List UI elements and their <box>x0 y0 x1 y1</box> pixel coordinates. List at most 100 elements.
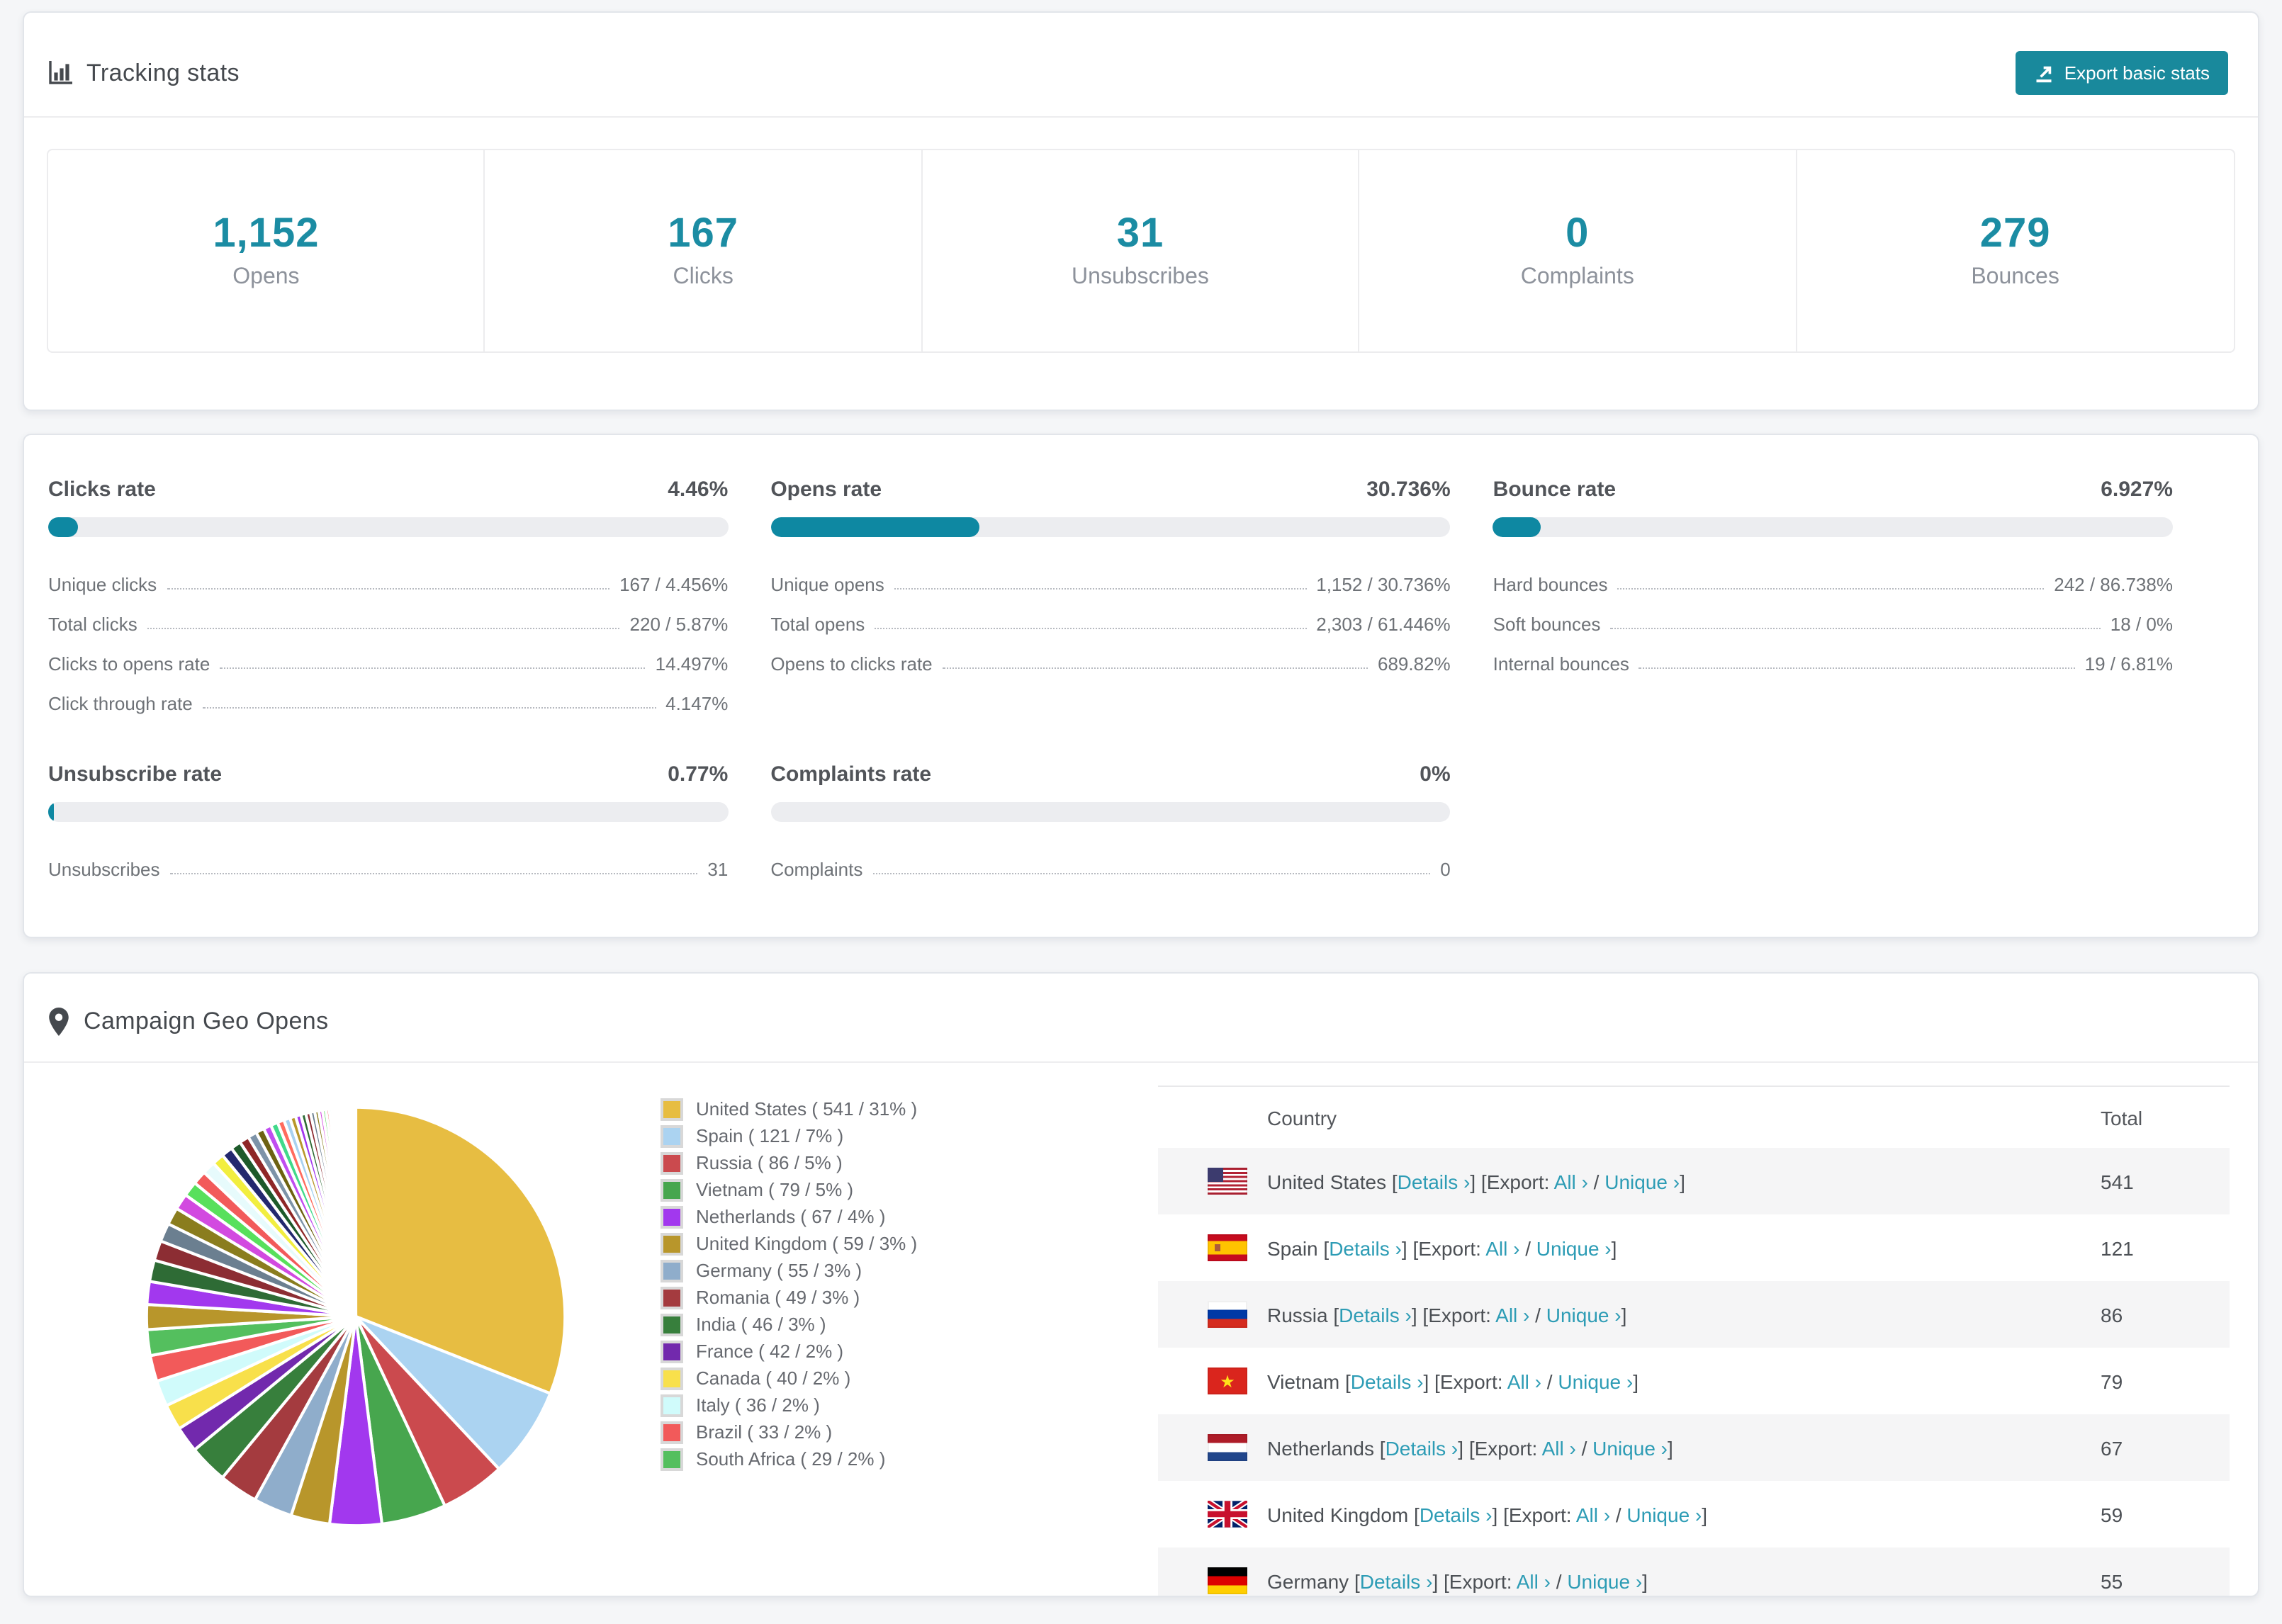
rate-detail-value: 19 / 6.81% <box>2084 653 2173 675</box>
unsubscribe-rate-progress-fill <box>48 802 54 822</box>
legend-label: Brazil ( 33 / 2% ) <box>696 1421 833 1443</box>
details-link[interactable]: Details › <box>1360 1569 1433 1592</box>
rate-detail-value: 4.147% <box>665 693 729 714</box>
export-unique-link[interactable]: Unique › <box>1546 1303 1621 1326</box>
export-all-link[interactable]: All › <box>1517 1569 1551 1592</box>
legend-item[interactable]: Vietnam ( 79 / 5% ) <box>661 1176 917 1203</box>
complaints-rate-rows: Complaints 0 <box>770 840 1450 880</box>
flag-icon-ru <box>1208 1301 1247 1328</box>
stat-value: 167 <box>668 211 739 256</box>
legend-item[interactable]: United States ( 541 / 31% ) <box>661 1095 917 1122</box>
complaints-rate-progress-bar <box>770 802 1451 822</box>
export-unique-link[interactable]: Unique › <box>1536 1236 1612 1259</box>
separator: / <box>1587 1170 1605 1192</box>
rate-detail-label: Hard bounces <box>1493 574 1608 595</box>
legend-item[interactable]: France ( 42 / 2% ) <box>661 1338 917 1365</box>
export-basic-stats-button[interactable]: Export basic stats <box>2016 51 2228 95</box>
separator: / <box>1550 1569 1568 1592</box>
rate-detail-label: Clicks to opens rate <box>48 653 210 675</box>
rate-detail-value: 220 / 5.87% <box>629 614 729 635</box>
bounce-rate-rows: Hard bounces 242 / 86.738% Soft bounces 18 … <box>1493 556 2173 675</box>
country-name: Vietnam <box>1267 1370 1345 1392</box>
rate-detail-label: Unique clicks <box>48 574 157 595</box>
legend-item[interactable]: Romania ( 49 / 3% ) <box>661 1284 917 1311</box>
total-column-header: Total <box>2101 1106 2143 1129</box>
tracking-stats-header: Tracking stats Export basic stats <box>24 13 2258 118</box>
clicks-rate-progress-fill <box>48 517 79 537</box>
country-name: Spain <box>1267 1236 1324 1259</box>
rate-detail-label: Soft bounces <box>1493 614 1601 635</box>
opens-rate-progress-bar <box>770 517 1451 537</box>
rate-detail-row: Click through rate 4.147% <box>48 675 728 714</box>
export-all-link[interactable]: All › <box>1495 1303 1529 1326</box>
dotted-leader <box>167 588 610 590</box>
opens-rate-section: Opens rate 30.736% Unique opens 1,152 / 30.… <box>770 478 1451 714</box>
legend-item[interactable]: India ( 46 / 3% ) <box>661 1311 917 1338</box>
rate-detail-value: 1,152 / 30.736% <box>1316 574 1451 595</box>
export-unique-link[interactable]: Unique › <box>1567 1569 1642 1592</box>
rate-detail-row: Opens to clicks rate 689.82% <box>770 635 1450 675</box>
bracket: ] <box>1633 1370 1639 1392</box>
clicks-rate-title: Clicks rate <box>48 478 156 502</box>
legend-item[interactable]: Brazil ( 33 / 2% ) <box>661 1419 917 1445</box>
complaints-rate-title: Complaints rate <box>770 762 932 786</box>
details-link[interactable]: Details › <box>1329 1236 1402 1259</box>
separator: / <box>1529 1303 1546 1326</box>
pie-slice[interactable] <box>353 1105 358 1317</box>
rate-detail-row: Hard bounces 242 / 86.738% <box>1493 556 2173 595</box>
export-all-link[interactable]: All › <box>1507 1370 1541 1392</box>
bracket: [ <box>1391 1170 1398 1192</box>
rate-detail-row: Internal bounces 19 / 6.81% <box>1493 635 2173 675</box>
country-cell: United States [Details ›] [Export: All ›… <box>1267 1170 1685 1192</box>
opens-rate-value: 30.736% <box>1366 478 1451 502</box>
bounce-rate-value: 6.927% <box>2101 478 2173 502</box>
export-prefix: ] [Export: <box>1458 1436 1542 1459</box>
details-link[interactable]: Details › <box>1398 1170 1471 1192</box>
legend-swatch <box>661 1232 683 1255</box>
bracket: ] <box>1680 1170 1685 1192</box>
legend-swatch <box>661 1286 683 1309</box>
legend-item[interactable]: Canada ( 40 / 2% ) <box>661 1365 917 1392</box>
dotted-leader <box>1617 588 2045 590</box>
export-all-link[interactable]: All › <box>1576 1503 1610 1526</box>
legend-item[interactable]: United Kingdom ( 59 / 3% ) <box>661 1230 917 1257</box>
bracket: [ <box>1345 1370 1351 1392</box>
table-row-nl: Netherlands [Details ›] [Export: All › /… <box>1158 1414 2230 1481</box>
details-link[interactable]: Details › <box>1339 1303 1412 1326</box>
legend-item[interactable]: Netherlands ( 67 / 4% ) <box>661 1203 917 1230</box>
details-link[interactable]: Details › <box>1386 1436 1458 1459</box>
details-link[interactable]: Details › <box>1351 1370 1424 1392</box>
legend-item[interactable]: Germany ( 55 / 3% ) <box>661 1257 917 1284</box>
legend-item[interactable]: Spain ( 121 / 7% ) <box>661 1122 917 1149</box>
total-cell: 79 <box>2101 1370 2123 1392</box>
legend-item[interactable]: Russia ( 86 / 5% ) <box>661 1149 917 1176</box>
export-unique-link[interactable]: Unique › <box>1604 1170 1680 1192</box>
export-unique-link[interactable]: Unique › <box>1558 1370 1633 1392</box>
rate-detail-value: 14.497% <box>655 653 729 675</box>
legend-item[interactable]: Italy ( 36 / 2% ) <box>661 1392 917 1419</box>
geo-table-header-row: Country Total <box>1158 1087 2230 1148</box>
rate-detail-label: Total clicks <box>48 614 137 635</box>
stat-label: Opens <box>232 265 300 289</box>
country-cell: Russia [Details ›] [Export: All › / Uniq… <box>1267 1303 1626 1326</box>
country-name: United States <box>1267 1170 1392 1192</box>
complaints-rate-section: Complaints rate 0% Complaints 0 <box>770 762 1451 880</box>
details-link[interactable]: Details › <box>1420 1503 1493 1526</box>
legend-swatch <box>661 1124 683 1147</box>
export-all-link[interactable]: All › <box>1554 1170 1588 1192</box>
legend-item[interactable]: South Africa ( 29 / 2% ) <box>661 1445 917 1472</box>
dotted-leader <box>202 707 656 709</box>
legend-swatch <box>661 1421 683 1443</box>
stat-cell-bounces: 279 Bounces <box>1797 150 2234 351</box>
rate-detail-label: Complaints <box>770 859 863 880</box>
export-unique-link[interactable]: Unique › <box>1626 1503 1702 1526</box>
rate-detail-value: 31 <box>707 859 729 880</box>
export-all-link[interactable]: All › <box>1542 1436 1576 1459</box>
rate-detail-label: Unique opens <box>770 574 884 595</box>
export-unique-link[interactable]: Unique › <box>1592 1436 1668 1459</box>
export-all-link[interactable]: All › <box>1485 1236 1519 1259</box>
dotted-leader <box>220 667 646 669</box>
rate-detail-row: Soft bounces 18 / 0% <box>1493 595 2173 635</box>
map-pin-icon <box>48 1008 69 1036</box>
rate-detail-value: 167 / 4.456% <box>619 574 729 595</box>
